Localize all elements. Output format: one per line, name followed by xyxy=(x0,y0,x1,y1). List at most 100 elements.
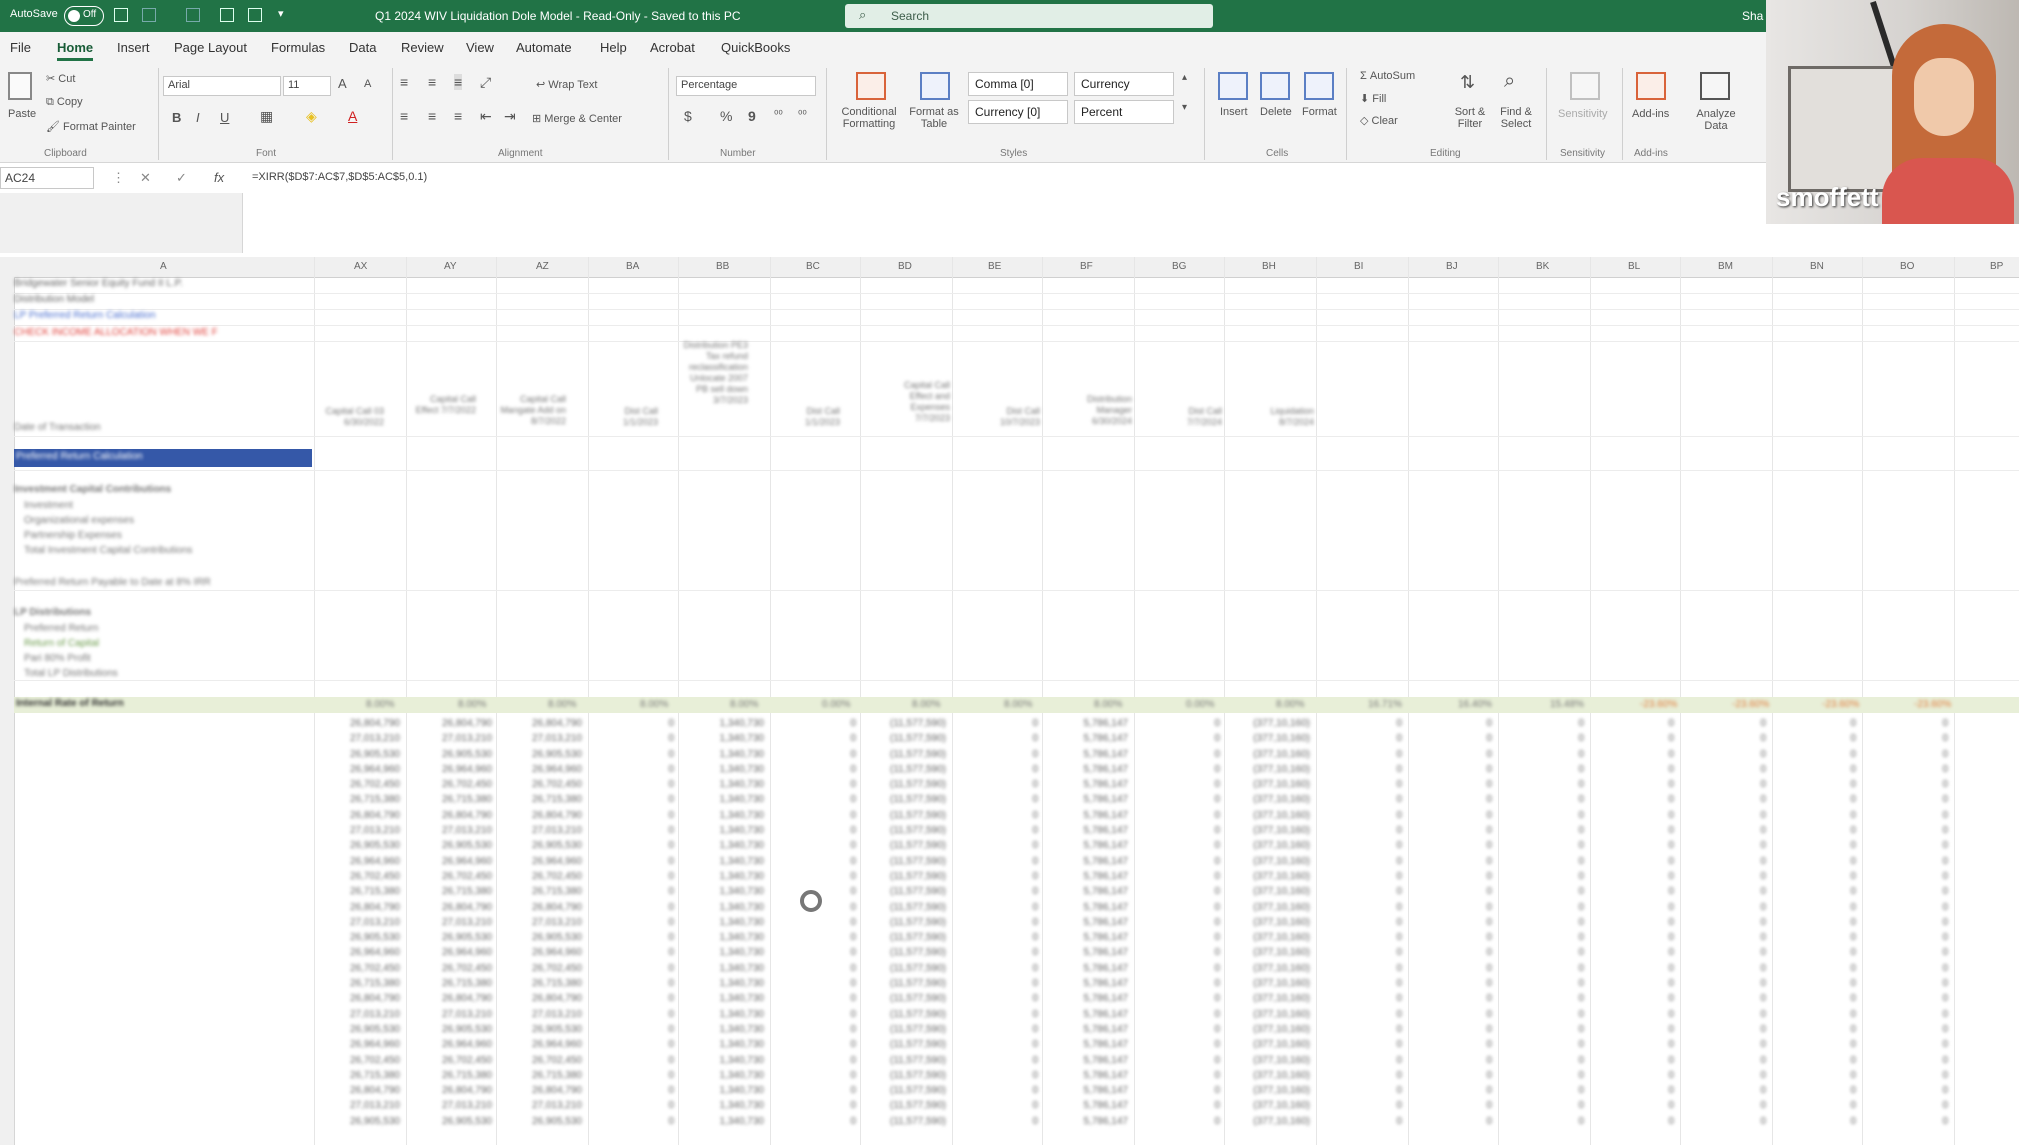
format-painter-button[interactable]: 🖌 Format Painter xyxy=(46,120,136,133)
calc-title-cell[interactable]: LP Preferred Return Calculation xyxy=(14,310,156,321)
customize-qat-icon[interactable]: ▾ xyxy=(278,7,284,20)
column-header[interactable]: AX xyxy=(354,261,367,272)
share-button[interactable]: Sha xyxy=(1742,9,1763,23)
tab-quickbooks[interactable]: QuickBooks xyxy=(721,40,790,55)
orientation-icon[interactable]: ⤢ xyxy=(480,74,491,91)
grow-font-button[interactable]: A xyxy=(338,76,347,91)
format-as-table-icon[interactable] xyxy=(920,72,950,100)
irr-value-cell[interactable]: 8.00% xyxy=(366,699,394,710)
font-size-select[interactable]: 11 xyxy=(283,76,331,96)
format-cells-icon[interactable] xyxy=(1304,72,1334,100)
column-header[interactable]: BO xyxy=(1900,261,1914,272)
column-header[interactable]: BP xyxy=(1990,261,2003,272)
irr-value-cell[interactable]: 0.00% xyxy=(822,699,850,710)
format-cells-button[interactable]: Format xyxy=(1302,106,1337,118)
column-header[interactable]: BJ xyxy=(1446,261,1458,272)
detail-column[interactable]: 0 0 0 0 0 0 0 0 0 0 0 0 0 0 0 0 0 0 0 0 … xyxy=(1342,716,1402,1129)
document-title[interactable]: Q1 2024 WIV Liquidation Dole Model - Rea… xyxy=(375,9,741,23)
row-label-cell[interactable]: Preferred Return xyxy=(24,623,98,634)
search-box[interactable]: ⌕ Search xyxy=(845,4,1213,28)
borders-icon[interactable]: ▦ xyxy=(260,108,273,125)
irr-value-cell[interactable]: 15.48% xyxy=(1550,699,1584,710)
column-header[interactable]: BH xyxy=(1262,261,1276,272)
column-header[interactable]: AZ xyxy=(536,261,549,272)
tab-file[interactable]: File xyxy=(10,40,31,55)
number-format-select[interactable]: Percentage xyxy=(676,76,816,96)
fund-name-cell[interactable]: Bridgewater Senior Equity Fund II L.P. xyxy=(14,278,183,289)
irr-value-cell[interactable]: 8.00% xyxy=(640,699,668,710)
irr-label-cell[interactable]: Internal Rate of Return xyxy=(16,698,124,709)
insert-cells-button[interactable]: Insert xyxy=(1220,106,1248,118)
sort-filter-icon[interactable]: ⇅ xyxy=(1460,72,1475,93)
column-description[interactable]: Dist Call 10/7/2023 xyxy=(970,406,1040,428)
row-label-cell[interactable]: Return of Capital xyxy=(24,638,99,649)
new-file-icon[interactable] xyxy=(220,8,234,22)
irr-value-cell[interactable]: -23.60% xyxy=(1914,699,1951,710)
detail-column[interactable]: 26,804,790 27,013,210 26,905,530 26,964,… xyxy=(432,716,492,1129)
delete-cells-icon[interactable] xyxy=(1260,72,1290,100)
align-top-icon[interactable]: ≡ xyxy=(400,74,408,90)
detail-column[interactable]: 0 0 0 0 0 0 0 0 0 0 0 0 0 0 0 0 0 0 0 0 … xyxy=(1160,716,1220,1129)
percent-style-button[interactable]: % xyxy=(720,108,732,124)
autosum-button[interactable]: Σ AutoSum xyxy=(1360,70,1415,82)
formula-input[interactable]: =XIRR($D$7:AC$7,$D$5:AC$5,0.1) xyxy=(252,171,427,183)
redo-icon[interactable] xyxy=(186,8,200,22)
paste-icon[interactable] xyxy=(8,72,32,100)
irr-value-cell[interactable]: 8.00% xyxy=(1276,699,1304,710)
fill-color-icon[interactable]: ◈ xyxy=(306,108,317,125)
column-description[interactable]: Capital Call Mangate Add on 8/7/2022 xyxy=(496,394,566,427)
tab-home[interactable]: Home xyxy=(57,40,94,61)
detail-column[interactable]: 5,786,147 5,786,147 5,786,147 5,786,147 … xyxy=(1068,716,1129,1129)
column-header[interactable]: BN xyxy=(1810,261,1824,272)
column-description[interactable]: Dist Call 1/1/2023 xyxy=(588,406,658,428)
more-options-icon[interactable]: ⋮ xyxy=(112,170,125,186)
column-header[interactable]: BF xyxy=(1080,261,1093,272)
detail-column[interactable]: 0 0 0 0 0 0 0 0 0 0 0 0 0 0 0 0 0 0 0 0 … xyxy=(614,716,674,1129)
tab-view[interactable]: View xyxy=(466,40,494,55)
style-currency-0[interactable]: Currency [0] xyxy=(968,100,1068,124)
style-percent[interactable]: Percent xyxy=(1074,100,1174,124)
delete-cells-button[interactable]: Delete xyxy=(1260,106,1292,118)
irr-value-cell[interactable]: 0.00% xyxy=(1186,699,1214,710)
merge-center-button[interactable]: ⊞ Merge & Center xyxy=(532,112,622,125)
increase-indent-icon[interactable]: ⇥ xyxy=(504,108,516,125)
column-description[interactable]: Capital Call Effect and Expenses 7/7/202… xyxy=(880,380,950,424)
column-description[interactable]: Distribution PE3 Tax refund reclassifica… xyxy=(678,340,748,406)
column-description[interactable]: Liquidation 8/7/2024 xyxy=(1244,406,1314,428)
font-name-select[interactable]: Arial xyxy=(163,76,281,96)
pref-due-cell[interactable]: Preferred Return Payable to Date at 8% I… xyxy=(14,577,211,588)
irr-value-cell[interactable]: 8.00% xyxy=(730,699,758,710)
align-center-icon[interactable]: ≡ xyxy=(428,108,436,124)
tab-help[interactable]: Help xyxy=(600,40,627,55)
detail-column[interactable]: 0 0 0 0 0 0 0 0 0 0 0 0 0 0 0 0 0 0 0 0 … xyxy=(1796,716,1856,1129)
column-description[interactable]: Distribution Manager 6/30/2024 xyxy=(1062,394,1132,427)
irr-value-cell[interactable]: 8.00% xyxy=(912,699,940,710)
detail-column[interactable]: 0 0 0 0 0 0 0 0 0 0 0 0 0 0 0 0 0 0 0 0 … xyxy=(1706,716,1766,1129)
fill-button[interactable]: ⬇ Fill xyxy=(1360,92,1386,105)
cancel-formula-button[interactable]: ✕ xyxy=(140,170,151,186)
addins-icon[interactable] xyxy=(1636,72,1666,100)
analyze-data-button[interactable]: Analyze Data xyxy=(1694,108,1738,132)
row-label-cell[interactable]: Partnership Expenses xyxy=(24,530,122,541)
format-as-table-button[interactable]: Format as Table xyxy=(906,106,962,130)
row-label-cell[interactable]: Investment xyxy=(24,500,73,511)
detail-column[interactable]: 26,804,790 27,013,210 26,905,530 26,964,… xyxy=(340,716,400,1129)
copy-button[interactable]: ⧉ Copy xyxy=(46,96,83,109)
tab-automate[interactable]: Automate xyxy=(516,40,572,55)
detail-column[interactable]: 1,340,730 1,340,730 1,340,730 1,340,730 … xyxy=(704,716,765,1129)
conditional-formatting-icon[interactable] xyxy=(856,72,886,100)
save-icon[interactable] xyxy=(114,8,128,22)
column-header[interactable]: BE xyxy=(988,261,1001,272)
align-middle-icon[interactable]: ≡ xyxy=(428,74,436,90)
detail-column[interactable]: 0 0 0 0 0 0 0 0 0 0 0 0 0 0 0 0 0 0 0 0 … xyxy=(1524,716,1584,1129)
column-description[interactable]: Capital Call Effect 7/7/2022 xyxy=(406,394,476,416)
column-header[interactable]: BI xyxy=(1354,261,1363,272)
column-header[interactable]: BL xyxy=(1628,261,1640,272)
detail-column[interactable]: 0 0 0 0 0 0 0 0 0 0 0 0 0 0 0 0 0 0 0 0 … xyxy=(796,716,856,1129)
contrib-section-cell[interactable]: Investment Capital Contributions xyxy=(14,484,171,495)
irr-value-cell[interactable]: 8.00% xyxy=(548,699,576,710)
enter-formula-button[interactable]: ✓ xyxy=(176,170,187,186)
irr-value-cell[interactable]: 8.00% xyxy=(1094,699,1122,710)
irr-value-cell[interactable]: 16.71% xyxy=(1368,699,1402,710)
cut-button[interactable]: ✂ Cut xyxy=(46,72,75,85)
